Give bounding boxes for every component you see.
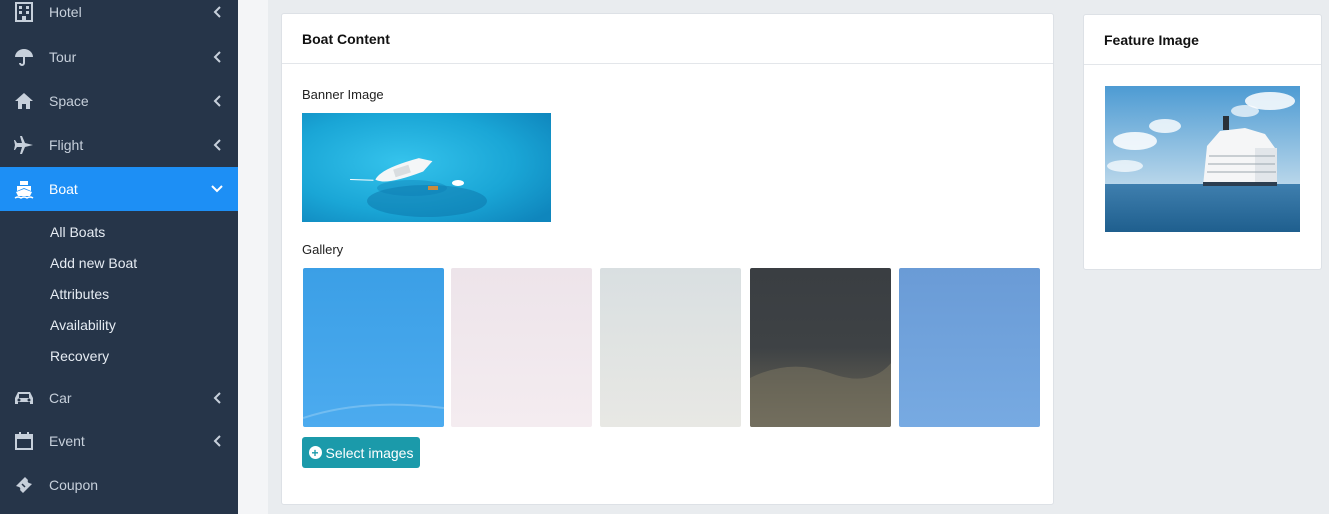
calendar-icon <box>14 431 34 451</box>
chevron-left-icon <box>212 5 222 19</box>
submenu-recovery[interactable]: Recovery <box>50 348 109 364</box>
sidebar-item-coupon[interactable]: Coupon <box>0 463 238 507</box>
sidebar-item-hotel[interactable]: Hotel <box>0 0 238 34</box>
plus-circle-icon: + <box>308 446 322 459</box>
gallery-image[interactable] <box>899 268 1040 427</box>
sidebar-item-label: Coupon <box>49 477 99 493</box>
sidebar-item-label: Tour <box>49 49 77 65</box>
chevron-down-icon <box>210 182 224 196</box>
car-icon <box>14 388 34 408</box>
plane-icon <box>14 135 34 155</box>
sidebar: Hotel Tour Space Flight Boat All Boats A… <box>0 0 238 514</box>
boat-content-panel: Boat Content <box>281 13 1054 505</box>
ticket-icon <box>14 475 34 495</box>
umbrella-icon <box>14 47 34 67</box>
panel-title: Boat Content <box>282 14 1053 64</box>
content-gutter <box>238 0 268 514</box>
panel-title: Feature Image <box>1084 15 1321 65</box>
sidebar-item-label: Boat <box>49 181 78 197</box>
sidebar-item-label: Event <box>49 433 85 449</box>
building-icon <box>14 2 34 22</box>
gallery-image[interactable] <box>600 268 741 427</box>
submenu-add-new-boat[interactable]: Add new Boat <box>50 255 137 271</box>
sidebar-item-car[interactable]: Car <box>0 376 238 420</box>
feature-image[interactable] <box>1105 86 1300 232</box>
banner-image[interactable] <box>302 113 551 222</box>
home-icon <box>14 91 34 111</box>
submenu-attributes[interactable]: Attributes <box>50 286 109 302</box>
chevron-left-icon <box>212 391 222 405</box>
sidebar-item-boat[interactable]: Boat <box>0 167 238 211</box>
chevron-left-icon <box>212 50 222 64</box>
sidebar-item-label: Hotel <box>49 4 82 20</box>
submenu-availability[interactable]: Availability <box>50 317 116 333</box>
submenu-all-boats[interactable]: All Boats <box>50 224 105 240</box>
sidebar-item-event[interactable]: Event <box>0 419 238 463</box>
gallery-label: Gallery <box>302 242 344 257</box>
sidebar-item-flight[interactable]: Flight <box>0 123 238 167</box>
gallery-image[interactable] <box>303 268 444 427</box>
sidebar-item-tour[interactable]: Tour <box>0 35 238 79</box>
select-images-button[interactable]: + Select images <box>302 437 420 468</box>
chevron-left-icon <box>212 94 222 108</box>
chevron-left-icon <box>212 138 222 152</box>
gallery-image[interactable] <box>750 268 891 427</box>
sidebar-item-label: Car <box>49 390 72 406</box>
sidebar-item-label: Space <box>49 93 89 109</box>
sidebar-item-label: Flight <box>49 137 84 153</box>
chevron-left-icon <box>212 434 222 448</box>
select-images-label: Select images <box>325 444 414 461</box>
ship-icon <box>14 179 34 199</box>
gallery-image[interactable] <box>451 268 592 427</box>
sidebar-item-space[interactable]: Space <box>0 79 238 123</box>
banner-image-label: Banner Image <box>302 87 384 102</box>
